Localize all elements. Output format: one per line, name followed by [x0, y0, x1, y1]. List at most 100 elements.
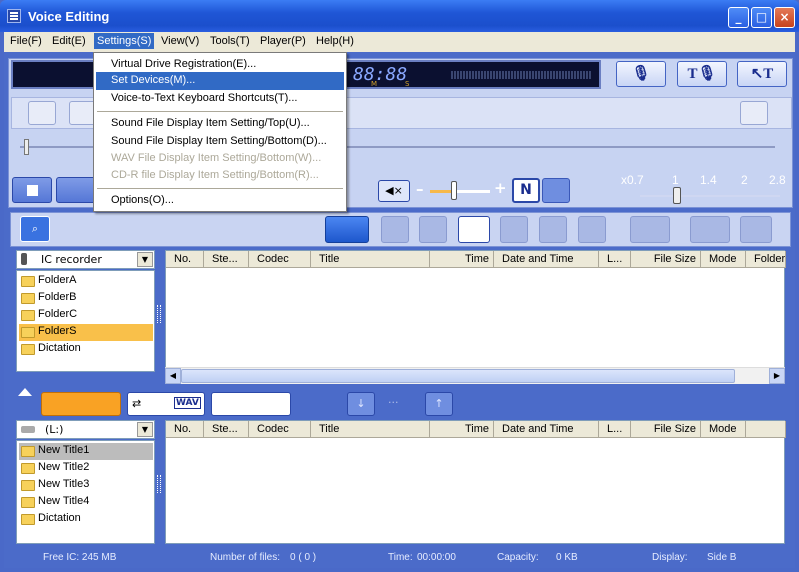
volume-plus-label: +: [494, 179, 507, 197]
title-bar[interactable]: Voice Editing _ □ ×: [0, 0, 799, 32]
menu-file[interactable]: File(F): [10, 35, 42, 47]
column-header[interactable]: Mode: [701, 251, 746, 268]
menu-item-options[interactable]: Options(O)...: [96, 192, 344, 210]
combine-button[interactable]: [630, 216, 670, 243]
scroll-right-icon[interactable]: ▶: [769, 368, 785, 384]
text-tool-button[interactable]: ↖T: [737, 61, 787, 87]
tree-item[interactable]: New Title3: [19, 477, 153, 494]
menu-view[interactable]: View(V): [161, 35, 199, 47]
record-button[interactable]: 🎙: [616, 61, 666, 87]
noise-cut-button[interactable]: N: [512, 178, 540, 203]
chevron-down-icon[interactable]: ▼: [137, 422, 153, 437]
transfer-to-pc-button[interactable]: [41, 392, 121, 416]
menu-edit[interactable]: Edit(E): [52, 35, 86, 47]
menu-tools[interactable]: Tools(T): [210, 35, 250, 47]
restore-button[interactable]: [578, 216, 606, 243]
column-header[interactable]: File Size: [631, 251, 701, 268]
chevron-down-icon[interactable]: ▼: [137, 252, 153, 267]
tree-item[interactable]: New Title2: [19, 460, 153, 477]
tree-item[interactable]: Dictation: [19, 511, 153, 528]
collapse-arrow-icon[interactable]: [18, 388, 32, 396]
maximize-button[interactable]: □: [751, 7, 772, 28]
column-header[interactable]: Codec: [249, 251, 311, 268]
wave-button[interactable]: [542, 178, 570, 203]
column-header[interactable]: Date and Time: [494, 251, 599, 268]
device-select[interactable]: IC recorder ▼: [16, 250, 155, 269]
undo-button[interactable]: [28, 101, 56, 125]
tree-item[interactable]: Dictation: [19, 341, 153, 358]
window-title: Voice Editing: [28, 9, 110, 24]
column-header[interactable]: Title: [311, 421, 430, 438]
tree-item-label: New Title2: [38, 461, 90, 473]
folder-icon: [21, 497, 35, 508]
column-header[interactable]: Ste...: [204, 421, 249, 438]
column-header[interactable]: Time: [430, 421, 494, 438]
drive-select-value: (L:): [45, 423, 64, 436]
tree-item-label: New Title4: [38, 495, 90, 507]
column-header[interactable]: L...: [599, 251, 631, 268]
menu-player[interactable]: Player(P): [260, 35, 306, 47]
menu-settings[interactable]: Settings(S): [94, 33, 155, 49]
column-header[interactable]: Ste...: [204, 251, 249, 268]
column-header[interactable]: Codec: [249, 421, 311, 438]
tree-item[interactable]: FolderB: [19, 290, 153, 307]
horizontal-scrollbar[interactable]: ◀ ▶: [165, 367, 785, 384]
close-button[interactable]: ×: [774, 7, 795, 28]
search-icon: ⌕: [31, 222, 39, 235]
drive-select[interactable]: (L:) ▼: [16, 420, 155, 439]
scroll-left-icon[interactable]: ◀: [165, 368, 181, 384]
edit-title-button[interactable]: [325, 216, 369, 243]
column-header[interactable]: Time: [430, 251, 494, 268]
move-button[interactable]: [419, 216, 447, 243]
minimize-button[interactable]: _: [728, 7, 749, 28]
microphone-record-icon: 🎙: [631, 66, 651, 82]
column-header[interactable]: Mode: [701, 421, 746, 438]
mute-button[interactable]: ◀×: [378, 180, 410, 202]
menu-item-keyboard-shortcuts[interactable]: Voice-to-Text Keyboard Shortcuts(T)...: [96, 90, 344, 108]
column-header[interactable]: No.: [166, 421, 204, 438]
menu-item-set-devices[interactable]: Set Devices(M)...: [96, 72, 344, 90]
scroll-thumb[interactable]: [181, 369, 735, 383]
speed-slider-thumb[interactable]: [673, 187, 681, 204]
tree-item[interactable]: New Title4: [19, 494, 153, 511]
waveform-view-button[interactable]: [690, 216, 730, 243]
delete-button[interactable]: [539, 216, 567, 243]
column-header[interactable]: File Size: [631, 421, 701, 438]
column-header[interactable]: Date and Time: [494, 421, 599, 438]
speed-slider[interactable]: [640, 195, 780, 197]
column-header[interactable]: No.: [166, 251, 204, 268]
column-header[interactable]: Folder: [746, 251, 786, 268]
new-folder-button[interactable]: [500, 216, 528, 243]
speed-label: 1: [672, 173, 679, 187]
dictation-button[interactable]: [740, 216, 772, 243]
splitter-handle[interactable]: [157, 475, 161, 493]
copy-button[interactable]: [381, 216, 409, 243]
text-cursor-icon: ↖T: [750, 66, 774, 82]
properties-button[interactable]: [458, 216, 490, 243]
tree-item-label: FolderB: [38, 291, 77, 303]
waveform-n-icon: N: [520, 182, 532, 198]
menu-item-display-top[interactable]: Sound File Display Item Setting/Top(U)..…: [96, 115, 344, 133]
tree-item[interactable]: FolderA: [19, 273, 153, 290]
move-up-button[interactable]: ↑: [425, 392, 453, 416]
column-header[interactable]: Title: [311, 251, 430, 268]
position-slider-thumb[interactable]: [24, 139, 29, 155]
menu-item-display-bottom[interactable]: Sound File Display Item Setting/Bottom(D…: [96, 133, 344, 151]
play-button[interactable]: [56, 177, 96, 203]
search-button[interactable]: ⌕: [20, 216, 50, 242]
cd-write-button[interactable]: [211, 392, 291, 416]
split-button[interactable]: [740, 101, 768, 125]
volume-slider[interactable]: [430, 190, 490, 193]
tree-item[interactable]: FolderC: [19, 307, 153, 324]
move-down-button[interactable]: ↓: [347, 392, 375, 416]
stop-button[interactable]: [12, 177, 52, 203]
column-header[interactable]: L...: [599, 421, 631, 438]
wav-convert-button[interactable]: ⇄ WAV: [127, 392, 205, 416]
splitter-handle[interactable]: [157, 305, 161, 323]
tree-item-selected[interactable]: New Title1: [19, 443, 153, 460]
files-label: Number of files:: [210, 552, 281, 563]
menu-help[interactable]: Help(H): [316, 35, 354, 47]
tree-item-selected[interactable]: FolderS: [19, 324, 153, 341]
voice-to-text-button[interactable]: T🎙: [677, 61, 727, 87]
volume-slider-thumb[interactable]: [451, 181, 457, 200]
